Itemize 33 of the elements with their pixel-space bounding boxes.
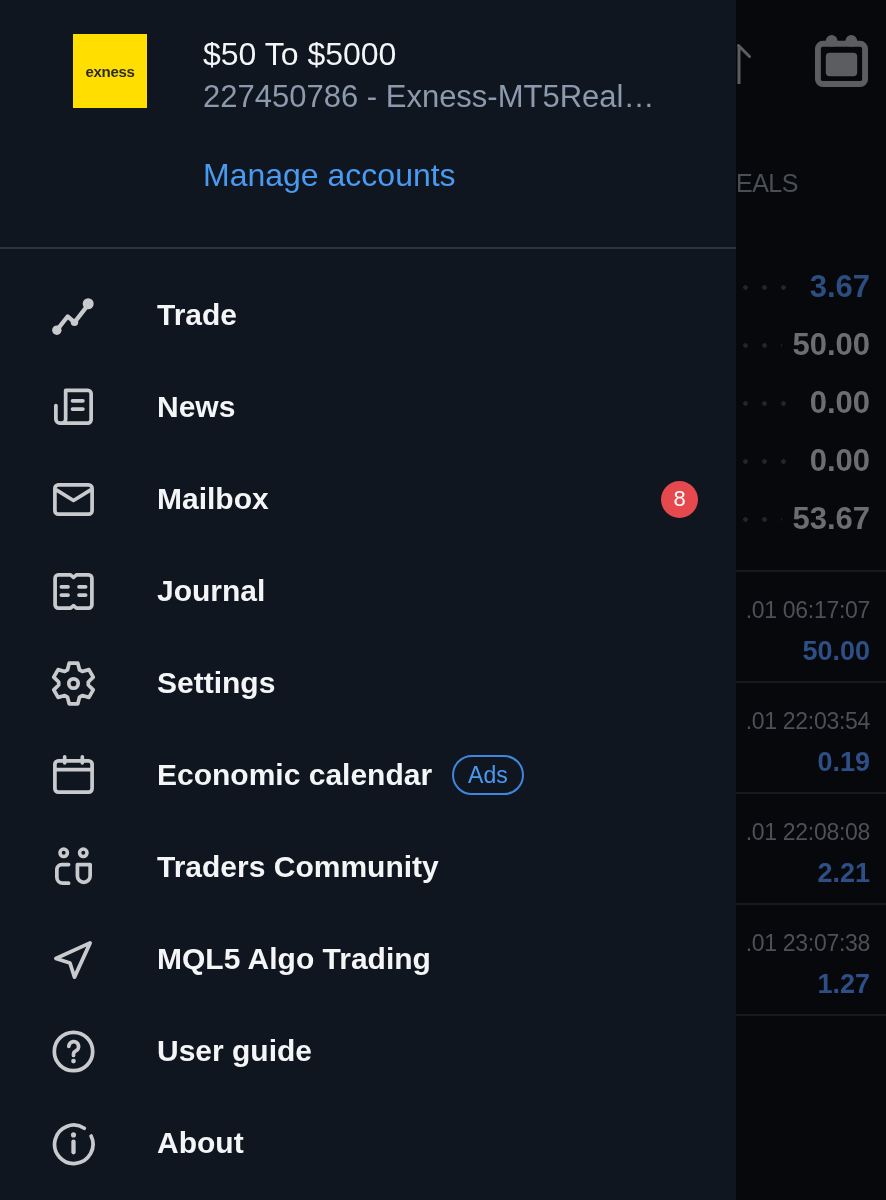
- deal-amount: 50.00: [802, 635, 870, 668]
- summary-value: 50.00: [792, 327, 870, 363]
- account-name: $50 To $5000: [203, 35, 397, 74]
- deal-amount: 0.19: [817, 746, 870, 779]
- menu-item[interactable]: Trade: [0, 269, 736, 361]
- summary-value: 0.00: [809, 443, 870, 479]
- arrow-icon[interactable]: [737, 42, 751, 84]
- settings-icon: [50, 659, 97, 707]
- deal-amount: 1.27: [817, 968, 870, 1001]
- menu-item[interactable]: User guide: [0, 1005, 736, 1097]
- deal-time: .01 23:07:38: [745, 929, 870, 958]
- menu-item[interactable]: MQL5 Algo Trading: [0, 913, 736, 1005]
- menu-item[interactable]: Journal: [0, 545, 736, 637]
- summary-value: 53.67: [792, 501, 870, 537]
- menu-item[interactable]: About: [0, 1097, 736, 1189]
- unread-count-badge: 8: [661, 480, 698, 518]
- deal-time: .01 22:03:54: [745, 707, 870, 736]
- summary-value: 0.00: [809, 385, 870, 421]
- summary-value: 3.67: [809, 269, 870, 305]
- menu-item[interactable]: Economic calendar Ads: [0, 729, 736, 821]
- help-icon: [50, 1027, 97, 1075]
- menu-item[interactable]: Settings: [0, 637, 736, 729]
- manage-accounts-link[interactable]: Manage accounts: [203, 155, 456, 195]
- account-details: 227450786 - Exness-MT5Real…: [203, 78, 655, 116]
- deal-time: .01 06:17:07: [745, 596, 870, 625]
- menu-item[interactable]: Traders Community: [0, 821, 736, 913]
- deal-amount: 2.21: [817, 857, 870, 890]
- ads-tag: Ads: [452, 755, 524, 795]
- deal-time: .01 22:08:08: [745, 818, 870, 847]
- brand-logo: exness: [73, 34, 147, 108]
- calendar-icon[interactable]: [815, 34, 868, 87]
- menu-item[interactable]: News: [0, 361, 736, 453]
- menu-item[interactable]: Mailbox 8: [0, 453, 736, 545]
